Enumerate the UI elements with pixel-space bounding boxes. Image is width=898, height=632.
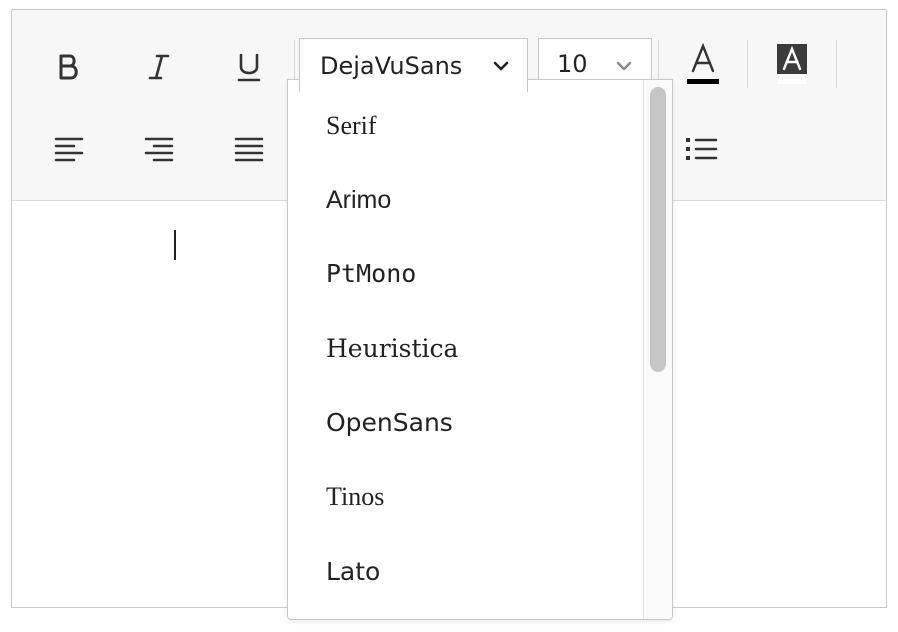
font-option-heuristica[interactable]: Heuristica [326,329,458,369]
chevron-down-icon [493,61,509,71]
font-option-opensans[interactable]: OpenSans [326,403,453,443]
toolbar-separator [836,40,837,88]
text-color-icon [687,42,719,84]
font-option-arimo[interactable]: Arimo [326,180,391,220]
font-option-tinos[interactable]: Tinos [326,477,384,517]
justify-icon [234,137,264,162]
justify-button[interactable] [224,126,274,172]
scrollbar-thumb[interactable] [650,87,666,372]
font-option-serif[interactable]: Serif [326,106,377,146]
text-color-button[interactable] [678,40,728,86]
font-family-dropdown[interactable]: DejaVuSans [299,38,528,92]
align-right-button[interactable] [134,126,184,172]
italic-icon [148,54,170,80]
italic-button[interactable] [134,44,184,90]
highlight-color-icon [777,44,807,84]
underline-button[interactable] [224,44,274,90]
font-family-menu: Serif Arimo PtMono Heuristica OpenSans T… [287,79,673,620]
font-size-value: 10 [557,50,588,78]
bold-icon [59,54,78,80]
bold-button[interactable] [44,44,94,90]
font-family-value: DejaVuSans [320,51,463,80]
toolbar-separator [747,40,748,88]
align-right-icon [144,137,174,162]
font-option-ptmono[interactable]: PtMono [326,254,416,294]
font-option-lato[interactable]: Lato [326,552,380,592]
bulleted-list-icon [686,138,718,160]
highlight-color-button[interactable] [767,40,817,86]
chevron-down-icon [616,61,632,71]
align-left-icon [54,137,84,162]
bulleted-list-button[interactable] [676,126,726,172]
text-cursor [174,230,176,260]
underline-icon [237,53,261,82]
menu-scrollbar[interactable] [643,80,672,619]
align-left-button[interactable] [44,126,94,172]
